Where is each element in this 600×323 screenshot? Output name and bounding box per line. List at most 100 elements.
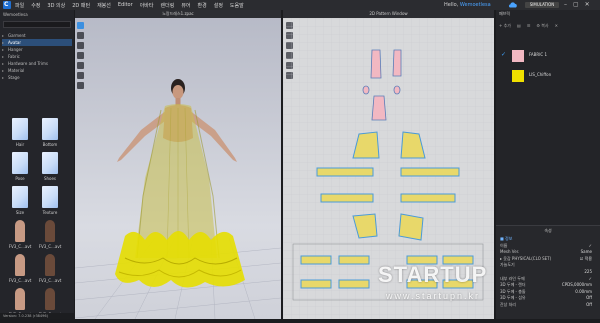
property-label: ■ 정보 bbox=[500, 236, 513, 241]
fabric-item[interactable]: LIS_Chiffon bbox=[500, 68, 596, 84]
menu-item[interactable]: 수정 bbox=[31, 2, 40, 9]
property-value[interactable]: 0.00mm bbox=[575, 289, 592, 296]
viewport-3d[interactable]: 노랑드레스1.zpac bbox=[75, 10, 281, 319]
status-bar: Version: 7.0.238 (r38496) bbox=[0, 313, 75, 319]
menu-item[interactable]: 설정 bbox=[214, 2, 223, 9]
property-label: 내부 라인 두께 bbox=[500, 275, 525, 281]
library-tree-item[interactable]: Fabric bbox=[2, 53, 72, 60]
yellow-dress bbox=[115, 104, 245, 288]
menu-item[interactable]: 환경 bbox=[198, 2, 207, 9]
library-thumbnail[interactable]: Texture bbox=[38, 186, 60, 221]
library-header: Wemoetlesa bbox=[3, 12, 28, 17]
menu-item[interactable]: 3D 의상 bbox=[47, 2, 65, 9]
library-thumbnail-label: Bottom bbox=[42, 142, 58, 147]
library-tree-item[interactable]: Garment bbox=[2, 32, 72, 39]
main-menu: 파일 수정 3D 의상 2D 패턴 재봉선 Editor 아바타 렌더링 뷰어 환경 설정 도움말 bbox=[15, 0, 244, 10]
property-rows: ■ 정보이름 ✓ Mesh Ver. Same ▸ 옷감 PHYSICAL(CLO SE… bbox=[500, 236, 596, 309]
library-search-input[interactable] bbox=[3, 21, 71, 28]
object-browser-header: 패브릭 bbox=[499, 11, 511, 16]
avatar-thumbnail-icon bbox=[15, 220, 25, 242]
menu-item[interactable]: 재봉선 bbox=[97, 2, 111, 9]
property-row[interactable]: 이름 ✓ bbox=[500, 243, 596, 250]
library-tree-item[interactable]: Avatar bbox=[2, 39, 72, 46]
property-label: 가늘도기 bbox=[500, 262, 515, 268]
object-browser-tab[interactable]: ▤ bbox=[517, 23, 521, 29]
menu-item[interactable]: 아바타 bbox=[140, 2, 154, 9]
library-thumbnail-label: FV3_C...avt bbox=[8, 278, 32, 283]
property-row[interactable]: 3D 두께 - 렌더 CPDS,0000mm bbox=[500, 282, 596, 289]
close-icon[interactable]: ✕ bbox=[585, 0, 590, 10]
library-panel: Wemoetlesa GarmentAvatarHangerFabricHard… bbox=[0, 10, 74, 319]
fabric-item[interactable]: ✓ FABRIC 1 bbox=[500, 48, 596, 64]
property-row[interactable]: 225 bbox=[500, 269, 596, 276]
viewport-3d-title: 노랑드레스1.zpac bbox=[75, 10, 281, 18]
library-thumbnail[interactable]: Bottom bbox=[38, 118, 60, 153]
property-value[interactable]: ☑ 적용 bbox=[580, 256, 592, 263]
property-row[interactable]: 가늘도기 bbox=[500, 262, 596, 269]
menu-item[interactable]: 파일 bbox=[15, 2, 24, 9]
property-row[interactable]: ■ 정보 bbox=[500, 236, 596, 243]
watermark-brand: STARTUP bbox=[378, 262, 488, 287]
fabric-swatch bbox=[512, 50, 524, 62]
menu-item[interactable]: 렌더링 bbox=[161, 2, 175, 9]
avatar-scene[interactable] bbox=[75, 18, 281, 319]
library-tree-item[interactable]: Stage bbox=[2, 74, 72, 81]
property-editor: 속성 ■ 정보이름 ✓ Mesh Ver. Same ▸ 옷감 PHYSICAL(CLO… bbox=[496, 225, 600, 319]
property-row[interactable]: 잔상 처리 Off bbox=[500, 302, 596, 309]
property-value[interactable]: Off bbox=[586, 295, 592, 302]
library-thumbnail[interactable]: FV3_C...avt bbox=[8, 220, 32, 255]
avatar-thumbnail-icon bbox=[45, 288, 55, 310]
property-value[interactable]: CPDS,0000mm bbox=[562, 282, 592, 289]
library-thumbnail[interactable]: Size bbox=[8, 186, 30, 221]
object-browser-tab[interactable]: ⚙ 복사 bbox=[536, 23, 548, 29]
library-thumbnail-label: Size bbox=[15, 210, 25, 215]
library-thumbnail[interactable]: FV3_C...avt bbox=[8, 254, 32, 289]
property-row[interactable]: Mesh Ver. Same bbox=[500, 249, 596, 256]
object-browser-tabs: + 추가 ▤ ☰ ⚙ 복사 ✕ bbox=[499, 23, 597, 29]
avatar-thumbnail-icon bbox=[15, 288, 25, 310]
maximize-icon[interactable]: ▢ bbox=[573, 0, 579, 10]
object-browser-tab[interactable]: ✕ bbox=[555, 23, 558, 29]
property-value[interactable]: 225 bbox=[584, 269, 592, 276]
folder-file-icon bbox=[42, 186, 58, 208]
user-greeting[interactable]: Hello, Wemoetlesa bbox=[444, 0, 491, 10]
menu-bar: C 파일 수정 3D 의상 2D 패턴 재봉선 Editor 아바타 렌더링 뷰어 환경 설정 도움말… bbox=[0, 0, 600, 10]
menu-item[interactable]: 뷰어 bbox=[181, 2, 190, 9]
property-value[interactable]: Off bbox=[586, 302, 592, 309]
menu-item[interactable]: 2D 패턴 bbox=[72, 2, 90, 9]
library-tree-item[interactable]: Hanger bbox=[2, 46, 72, 53]
property-row[interactable]: 3D 두께 - 섬유 Off bbox=[500, 295, 596, 302]
simulation-button[interactable]: SIMULATION bbox=[525, 2, 559, 8]
library-tree-item[interactable]: Material bbox=[2, 67, 72, 74]
property-value[interactable]: ✓ bbox=[589, 243, 592, 250]
property-editor-header: 속성 bbox=[544, 228, 552, 233]
folder-file-icon bbox=[42, 152, 58, 174]
library-tree: GarmentAvatarHangerFabricHardware and Tr… bbox=[2, 32, 72, 81]
fabric-name: LIS_Chiffon bbox=[529, 72, 552, 77]
folder-file-icon bbox=[12, 186, 28, 208]
watermark-url: www.startupn.kr bbox=[386, 291, 481, 301]
library-thumbnail[interactable]: FV3_C...avt bbox=[38, 220, 62, 255]
library-thumbnail-label: FV3_C...avt bbox=[38, 244, 62, 249]
library-thumbnail[interactable]: Shoes bbox=[38, 152, 60, 187]
object-browser-tab[interactable]: ☰ bbox=[527, 23, 531, 29]
object-browser-tab[interactable]: + 추가 bbox=[499, 23, 511, 29]
property-label: Mesh Ver. bbox=[500, 249, 520, 255]
library-thumbnail[interactable]: FV3_C...avt bbox=[38, 254, 62, 289]
minimize-icon[interactable]: – bbox=[564, 0, 567, 10]
library-thumbnail[interactable]: Hair bbox=[8, 118, 30, 153]
library-thumbnail-label: Texture bbox=[42, 210, 58, 215]
property-label: 3D 두께 - 섬유 bbox=[500, 295, 526, 301]
library-thumbnail-label: FV3_C...avt bbox=[38, 278, 62, 283]
library-thumbnail-label: FV3_C...avt bbox=[8, 244, 32, 249]
library-thumbnail[interactable]: Pose bbox=[8, 152, 30, 187]
cloud-icon[interactable] bbox=[508, 2, 517, 8]
check-icon: ✓ bbox=[501, 51, 507, 58]
property-label: ▸ 옷감 PHYSICAL(CLO SET) bbox=[500, 255, 552, 261]
library-thumbnail-label: Hair bbox=[15, 142, 25, 147]
menu-item[interactable]: 도움말 bbox=[230, 2, 244, 9]
property-value[interactable]: Same bbox=[581, 249, 592, 256]
property-value[interactable]: ✓ bbox=[589, 276, 592, 283]
menu-item[interactable]: Editor bbox=[118, 2, 133, 8]
library-tree-item[interactable]: Hardware and Trims bbox=[2, 60, 72, 67]
